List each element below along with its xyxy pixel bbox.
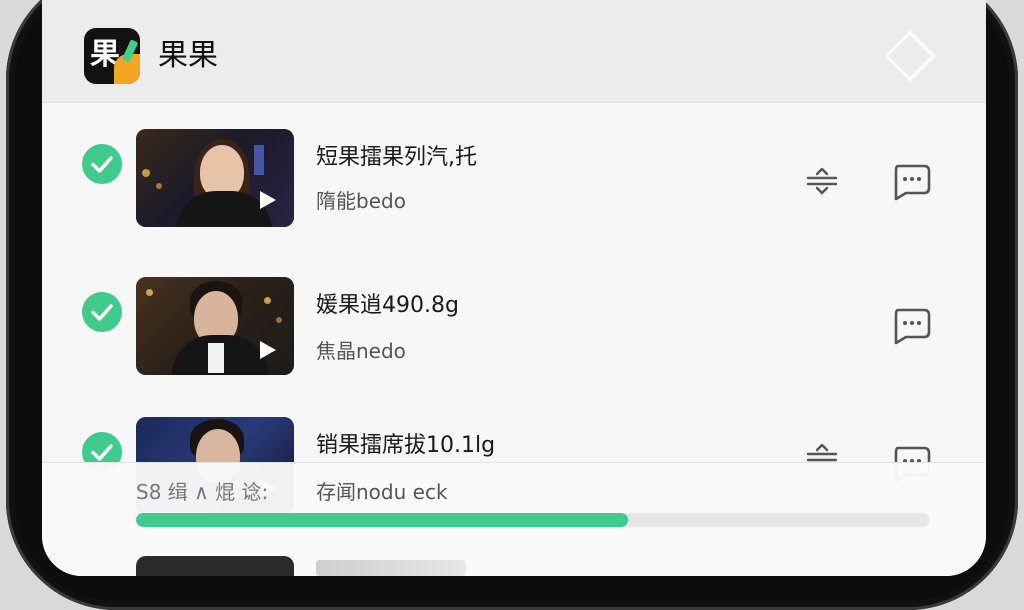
item-subtitle: 隋能bedo [316, 189, 406, 213]
progress-detail: 存闻nodu eck [316, 480, 448, 504]
video-thumbnail[interactable] [136, 129, 294, 227]
progress-bar [136, 513, 930, 527]
app-logo: 果 [84, 28, 140, 84]
sort-icon[interactable] [804, 166, 840, 196]
next-item-title [316, 560, 466, 576]
diamond-icon[interactable] [884, 30, 936, 82]
app-header: 果 果果 [42, 0, 986, 103]
item-title: 媛果逍490.8g [316, 293, 459, 318]
check-icon[interactable] [82, 144, 122, 184]
play-icon[interactable] [260, 191, 276, 209]
progress-fill [136, 513, 629, 527]
chat-icon[interactable] [890, 306, 932, 346]
list-item[interactable]: 媛果逍490.8g 焦晶nedo [42, 266, 986, 386]
play-icon[interactable] [260, 341, 276, 359]
list-item[interactable]: 短果擂果列汽,托 隋能bedo [42, 120, 986, 240]
app-screen: 果 果果 短果擂果列汽,托 隋能bedo 媛果逍490.8g 焦晶nedo 销果… [42, 0, 986, 576]
item-subtitle: 焦晶nedo [316, 339, 406, 363]
video-thumbnail[interactable] [136, 277, 294, 375]
app-title: 果果 [158, 38, 218, 73]
chat-icon[interactable] [890, 162, 932, 202]
item-title: 短果擂果列汽,托 [316, 145, 477, 170]
next-video-thumbnail[interactable] [136, 556, 294, 576]
progress-label: S8 缉 ∧ 焜 谂: [136, 480, 269, 504]
item-title: 销果擂席拔10.1lg [316, 433, 496, 458]
check-icon[interactable] [82, 292, 122, 332]
